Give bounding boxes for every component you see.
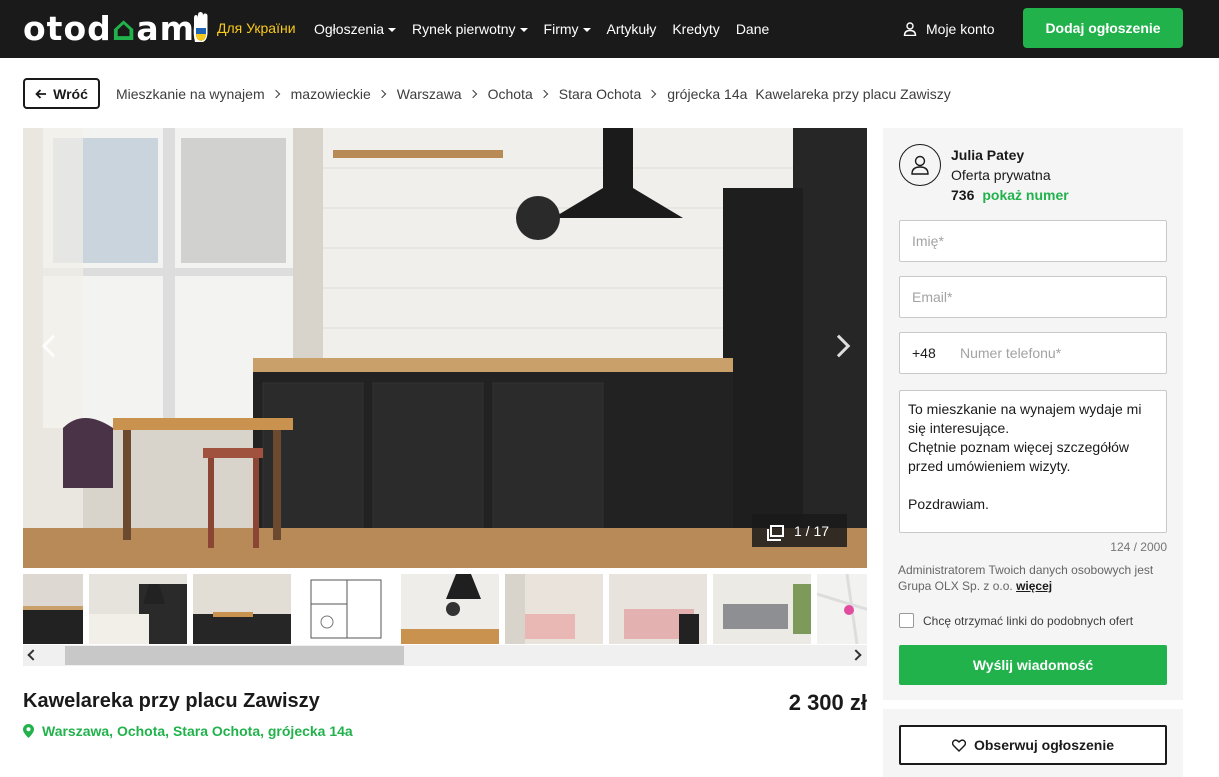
- thumbnail[interactable]: [817, 574, 867, 644]
- breadcrumb-item[interactable]: Warszawa: [397, 86, 462, 102]
- arrow-left-icon: [35, 88, 47, 99]
- thumbnail[interactable]: [401, 574, 499, 644]
- privacy-more-link[interactable]: więcej: [1016, 579, 1052, 593]
- heart-icon: [951, 738, 966, 752]
- listing-price: 2 300 zł: [788, 690, 867, 715]
- chevron-right-icon: [271, 89, 280, 98]
- message-char-count: 124 / 2000: [1110, 540, 1167, 554]
- my-account-link[interactable]: Moje konto: [903, 0, 994, 58]
- show-number-link[interactable]: pokaż numer: [982, 187, 1068, 203]
- thumbnail-image: [401, 574, 499, 644]
- nav-rynek-pierwotny[interactable]: Rynek pierwotny: [412, 21, 528, 37]
- breadcrumb-item[interactable]: mazowieckie: [291, 86, 371, 102]
- thumbnail[interactable]: [713, 574, 811, 644]
- email-placeholder: Email*: [912, 289, 953, 305]
- gallery-icon: [766, 524, 784, 541]
- chevron-right-icon: [647, 89, 657, 98]
- logo-text: otod⌂am: [23, 8, 196, 48]
- otodom-logo[interactable]: otod⌂am: [23, 8, 196, 48]
- chevron-right-icon: [468, 89, 477, 98]
- scroll-right-icon[interactable]: [850, 649, 862, 661]
- breadcrumb-item[interactable]: Stara Ochota: [559, 86, 642, 102]
- breadcrumb-item[interactable]: Ochota: [488, 86, 533, 102]
- observe-listing-button[interactable]: Obserwuj ogłoszenie: [899, 725, 1167, 765]
- nav-ogloszenia[interactable]: Ogłoszenia: [314, 21, 397, 37]
- top-header: otod⌂am Для України Ogłoszenia Rynek pie…: [0, 0, 1219, 58]
- add-listing-button[interactable]: Dodaj ogłoszenie: [1023, 8, 1183, 48]
- logo-house-mark: ⌂: [111, 8, 137, 48]
- breadcrumb-current: Kawelareka przy placu Zawiszy: [755, 85, 951, 102]
- phone-field[interactable]: +48 Numer telefonu*: [899, 332, 1167, 374]
- map-thumbnail: [817, 574, 867, 644]
- phone-placeholder: Numer telefonu*: [960, 345, 1062, 361]
- account-label: Moje konto: [926, 21, 995, 37]
- thumbnail-image: [609, 574, 707, 644]
- thumbnail[interactable]: [505, 574, 603, 644]
- observe-label: Obserwuj ogłoszenie: [973, 737, 1115, 753]
- user-icon: [903, 22, 917, 36]
- thumbnail-scrollbar[interactable]: [23, 645, 867, 666]
- main-nav: Ogłoszenia Rynek pierwotny Firmy Artykuł…: [314, 0, 769, 58]
- contact-panel: Julia Patey Oferta prywatna 736 pokaż nu…: [883, 128, 1183, 700]
- send-message-button[interactable]: Wyślij wiadomość: [899, 645, 1167, 685]
- caret-down-icon: [388, 27, 397, 32]
- back-label: Wróć: [53, 85, 88, 102]
- seller-type: Oferta prywatna: [951, 167, 1051, 183]
- photo-counter-text: 1 / 17: [793, 522, 830, 539]
- listing-title: Kawelareka przy placu Zawiszy: [23, 690, 320, 712]
- scroll-left-icon[interactable]: [27, 649, 39, 661]
- nav-dane[interactable]: Dane: [736, 21, 769, 37]
- phone-row: 736 pokaż numer: [951, 187, 1069, 203]
- avatar: [899, 144, 941, 186]
- thumbnail-image: [193, 574, 291, 644]
- breadcrumb-item[interactable]: grójecka 14a: [667, 86, 747, 102]
- back-button[interactable]: Wróć: [23, 78, 100, 109]
- breadcrumb: Mieszkanie na wynajem mazowieckie Warsza…: [116, 78, 951, 109]
- email-field[interactable]: Email*: [899, 276, 1167, 318]
- breadcrumb-item[interactable]: Mieszkanie na wynajem: [116, 86, 265, 102]
- message-textarea[interactable]: To mieszkanie na wynajem wydaje mi się i…: [899, 390, 1167, 533]
- kitchen-photo: [23, 128, 867, 568]
- scrollbar-thumb[interactable]: [65, 646, 404, 665]
- nav-firmy[interactable]: Firmy: [544, 21, 591, 37]
- thumbnail[interactable]: [23, 574, 83, 644]
- chevron-right-icon: [539, 89, 548, 98]
- name-field[interactable]: Imię*: [899, 220, 1167, 262]
- photo-counter: 1 / 17: [752, 514, 847, 547]
- location-text: Warszawa, Ochota, Stara Ochota, grójecka…: [42, 723, 353, 739]
- phone-prefix[interactable]: +48: [900, 345, 960, 361]
- caret-down-icon: [519, 27, 528, 32]
- thumbnail-image: [23, 574, 83, 644]
- privacy-note: Administratorem Twoich danych osobowych …: [898, 562, 1168, 594]
- similar-offers-checkbox-row[interactable]: Chcę otrzymać linki do podobnych ofert: [899, 613, 1133, 628]
- nav-artykuly[interactable]: Artykuły: [607, 21, 657, 37]
- nav-kredyty[interactable]: Kredyty: [672, 21, 719, 37]
- thumbnail[interactable]: [609, 574, 707, 644]
- similar-offers-label: Chcę otrzymać linki do podobnych ofert: [923, 613, 1134, 628]
- seller-name: Julia Patey: [951, 147, 1025, 163]
- thumbnail-image: [505, 574, 603, 644]
- thumbnail-image: [713, 574, 811, 644]
- main-photo[interactable]: 1 / 17: [23, 128, 867, 568]
- user-icon: [911, 155, 929, 175]
- ukraine-label: Для України: [217, 20, 296, 36]
- observe-panel: Obserwuj ogłoszenie: [883, 709, 1183, 777]
- ukraine-support-link[interactable]: Для України: [191, 12, 296, 44]
- thumbnail[interactable]: [193, 574, 291, 644]
- location-pin-icon: [23, 724, 34, 738]
- hand-icon: [193, 12, 208, 42]
- floorplan-thumbnail: [297, 574, 395, 644]
- name-placeholder: Imię*: [912, 233, 944, 249]
- similar-offers-checkbox[interactable]: [899, 613, 914, 628]
- listing-location-link[interactable]: Warszawa, Ochota, Stara Ochota, grójecka…: [23, 723, 353, 739]
- thumbnail[interactable]: [89, 574, 187, 644]
- thumbnail-image: [89, 574, 187, 644]
- thumbnail-strip: [23, 574, 867, 644]
- chevron-right-icon: [377, 89, 387, 98]
- phone-partial: 736: [951, 187, 975, 203]
- thumbnail[interactable]: [297, 574, 395, 644]
- caret-down-icon: [582, 27, 591, 32]
